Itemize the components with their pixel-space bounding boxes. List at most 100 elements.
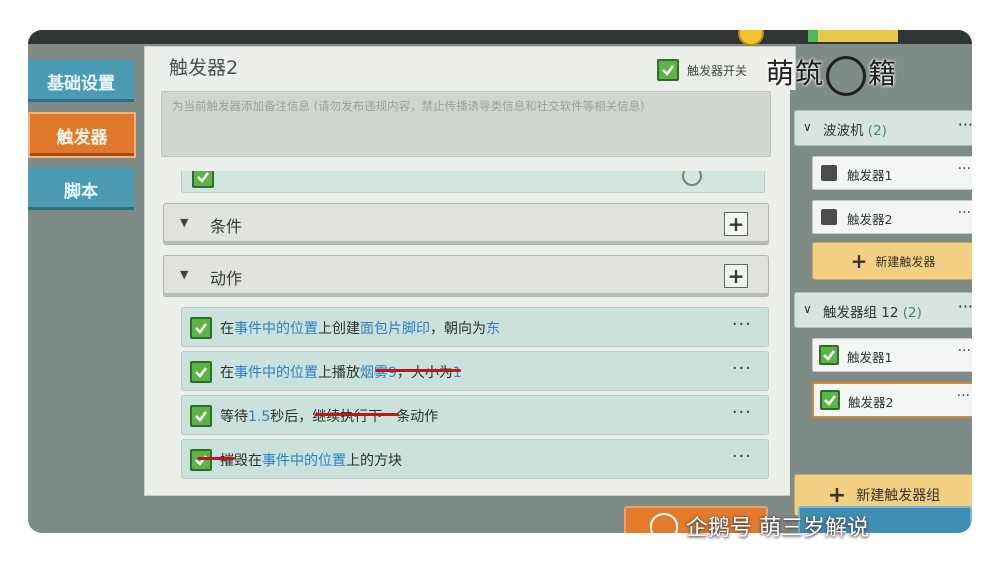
plus-icon: +: [827, 482, 847, 508]
action-parameter[interactable]: 事件中的位置: [234, 365, 318, 381]
more-icon[interactable]: ···: [958, 297, 972, 316]
group-header[interactable]: ∨ 波波机 (2) ···: [794, 110, 972, 146]
trigger-switch[interactable]: 触发器开关: [657, 59, 747, 81]
row-checkbox[interactable]: [192, 171, 214, 188]
actions-section[interactable]: ▼ 动作 +: [163, 255, 769, 297]
action-checkbox[interactable]: [190, 317, 212, 339]
tab-scripts[interactable]: 脚本: [28, 168, 134, 210]
trigger-item-label: 触发器2: [848, 395, 894, 410]
more-icon[interactable]: ···: [958, 115, 972, 134]
seal-icon: [826, 55, 867, 96]
group-name-text: 波波机: [823, 123, 864, 139]
action-text: 摧毁在事件中的位置上的方块: [220, 450, 402, 470]
action-row[interactable]: 在事件中的位置上播放烟雾9，大小为1 ···: [181, 351, 769, 391]
check-icon: [824, 395, 836, 406]
action-text-fragment: 等待: [220, 409, 248, 425]
action-text: 在事件中的位置上创建面包片脚印，朝向为东: [220, 318, 500, 338]
top-bar: [28, 30, 972, 46]
group-count: (2): [902, 305, 922, 321]
action-parameter[interactable]: 烟雾9: [360, 365, 397, 381]
more-icon[interactable]: ···: [958, 161, 971, 177]
rules-list[interactable]: ▼ 条件 + ▼ 动作 + 在事件中的位置上创建面包片脚印，朝向为东 ··· 在事件…: [145, 171, 795, 491]
add-action-button[interactable]: +: [724, 264, 748, 288]
trigger-switch-checkbox[interactable]: [657, 59, 679, 81]
note-input[interactable]: 为当前触发器添加备注信息 (请勿发布违规内容，禁止传播诱导类信息和社交软件等相关…: [161, 91, 771, 157]
tab-basic-settings[interactable]: 基础设置: [28, 60, 134, 102]
add-condition-button[interactable]: +: [724, 212, 748, 236]
triangle-down-icon: ▼: [180, 216, 189, 229]
action-text-fragment: ，朝向为: [430, 321, 486, 337]
action-row[interactable]: 等待1.5秒后，继续执行下一条动作 ···: [181, 395, 769, 435]
trigger-checkbox[interactable]: [820, 390, 840, 410]
trigger-checkbox[interactable]: [819, 345, 839, 365]
tab-triggers[interactable]: 触发器: [28, 112, 136, 158]
more-icon[interactable]: ···: [958, 205, 971, 221]
trigger-item-label: 触发器1: [847, 350, 893, 365]
action-checkbox[interactable]: [190, 405, 212, 427]
action-row[interactable]: 摧毁在事件中的位置上的方块 ···: [181, 439, 769, 479]
action-text-fragment: ，大小为: [396, 365, 453, 381]
plus-icon: +: [727, 264, 745, 288]
more-icon[interactable]: ···: [732, 314, 752, 335]
page-title: 触发器2: [169, 57, 239, 79]
conditions-section[interactable]: ▼ 条件 +: [163, 203, 769, 245]
unchecked-box-icon[interactable]: [821, 165, 837, 181]
action-parameter[interactable]: 事件中的位置: [234, 321, 318, 337]
more-icon[interactable]: ···: [732, 446, 752, 467]
trigger-editor: 触发器2 触发器开关 为当前触发器添加备注信息 (请勿发布违规内容，禁止传播诱导…: [144, 46, 796, 496]
trigger-item[interactable]: 触发器1 ···: [812, 338, 972, 372]
tab-label: 基础设置: [47, 73, 115, 94]
section-label: 动作: [210, 269, 243, 288]
check-icon: [195, 323, 207, 334]
coin-icon: [738, 30, 764, 46]
logo-text-right: 籍: [868, 57, 898, 90]
trigger-item-label: 触发器2: [847, 212, 893, 227]
trigger-item[interactable]: 触发器1 ···: [812, 156, 972, 190]
action-parameter[interactable]: 面包片脚印: [360, 321, 430, 337]
trigger-item-selected[interactable]: 触发器2 ···: [812, 382, 972, 418]
sidebar: 基础设置 触发器 脚本: [28, 44, 138, 533]
group-count: (2): [867, 123, 887, 139]
check-icon: [823, 350, 835, 361]
unchecked-box-icon[interactable]: [821, 209, 837, 225]
more-icon[interactable]: ···: [957, 388, 970, 404]
action-parameter[interactable]: 1.5: [248, 409, 270, 425]
action-row[interactable]: 在事件中的位置上创建面包片脚印，朝向为东 ···: [181, 307, 769, 347]
group-name: 触发器组 12 (2): [823, 301, 922, 321]
action-text-fragment: 上播放: [318, 365, 360, 381]
more-icon[interactable]: ···: [732, 358, 752, 379]
action-parameter[interactable]: 东: [486, 321, 500, 337]
action-text-fragment: 秒后，继续执行下一条动作: [270, 409, 439, 425]
action-text-fragment: 在: [220, 321, 234, 337]
trigger-item[interactable]: 触发器2 ···: [812, 200, 972, 234]
app-window: 基础设置 触发器 脚本 触发器2 触发器开关 为当前触发器添加备注信息 (请勿发…: [28, 30, 972, 533]
action-checkbox[interactable]: [190, 449, 212, 471]
check-icon: [195, 455, 207, 466]
top-button[interactable]: [808, 30, 898, 42]
watermark-text: 企鹅号 萌三岁解说: [686, 516, 869, 541]
group-header[interactable]: ∨ 触发器组 12 (2) ···: [794, 292, 972, 328]
note-placeholder: 为当前触发器添加备注信息 (请勿发布违规内容，禁止传播诱导类信息和社交软件等相关…: [172, 99, 645, 113]
action-parameter[interactable]: 事件中的位置: [262, 453, 346, 469]
group-name-text: 触发器组 12: [823, 305, 899, 321]
tab-label: 触发器: [56, 127, 108, 148]
triangle-down-icon: ▼: [180, 268, 189, 281]
logo-overlay: 萌筑 籍: [766, 52, 897, 96]
more-icon[interactable]: ···: [958, 343, 971, 359]
penguin-icon: [650, 513, 678, 539]
action-text-fragment: 上的方块: [346, 453, 402, 469]
watermark: 企鹅号 萌三岁解说: [650, 510, 869, 542]
new-trigger-button[interactable]: + 新建触发器: [812, 242, 972, 280]
plus-icon: +: [850, 249, 868, 273]
partial-row[interactable]: [181, 171, 765, 193]
action-checkbox[interactable]: [190, 361, 212, 383]
trigger-switch-label: 触发器开关: [687, 63, 748, 78]
check-icon: [195, 367, 207, 378]
action-parameter[interactable]: 1: [453, 365, 462, 381]
logo-text-left: 萌筑: [766, 57, 825, 90]
more-icon[interactable]: ···: [732, 402, 752, 423]
info-icon[interactable]: [682, 171, 702, 186]
check-icon: [662, 65, 674, 76]
tab-label: 脚本: [64, 181, 98, 202]
trigger-item-label: 触发器1: [847, 168, 893, 183]
